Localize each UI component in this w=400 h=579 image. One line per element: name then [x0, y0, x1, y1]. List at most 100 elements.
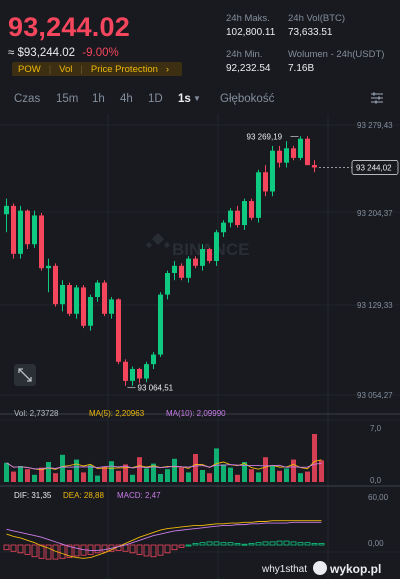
candle-body	[116, 299, 121, 362]
current-price-tag[interactable]: 93 244,02	[351, 160, 399, 175]
macd-histogram-bar	[241, 543, 248, 546]
tab-1s[interactable]: 1s	[178, 93, 191, 105]
macd-histogram-bar	[122, 544, 129, 552]
macd-histogram-bar	[101, 544, 108, 553]
candlestick-chart[interactable]: BINANCE 93 279,43 93 204,37 93 129,33 93…	[0, 114, 400, 579]
candle-body	[53, 265, 58, 305]
macd-histogram-bar	[206, 541, 213, 546]
wykop-logo-icon	[313, 561, 327, 575]
volume-bar	[53, 473, 58, 482]
candle-body	[179, 265, 184, 278]
candle-body	[46, 265, 51, 269]
macd-histogram-bar	[31, 544, 38, 558]
candle-body	[11, 205, 16, 254]
candle-body	[263, 172, 268, 192]
vol-btc-value: 73,633.51	[288, 27, 333, 38]
chart-settings-icon[interactable]	[370, 91, 384, 108]
price-tick: 93 129,33	[357, 301, 393, 310]
volume-legend-ma10: MA(10): 2,09990	[166, 409, 226, 418]
macd-legend-dea: DEA: 28,88	[63, 491, 104, 500]
candle-body	[277, 150, 282, 163]
candle-body	[25, 210, 30, 245]
macd-histogram-bar	[290, 541, 297, 546]
tag-bar[interactable]: POW | Vol | Price Protection ›	[12, 62, 182, 76]
volume-bar	[109, 461, 114, 482]
tag-vol[interactable]: Vol	[59, 64, 72, 75]
candle-body	[270, 150, 275, 192]
macd-legend-macd: MACD: 2,47	[117, 491, 161, 500]
candle-body	[60, 285, 65, 305]
max-price-label: 93 269,19	[247, 132, 283, 141]
triangle-down-icon[interactable]: ▼	[193, 94, 201, 103]
candle-body	[298, 138, 303, 158]
macd-histogram-bar	[318, 543, 325, 546]
tab-time[interactable]: Czas	[14, 93, 40, 105]
volume-bar	[256, 472, 261, 482]
volume-bar	[137, 457, 142, 482]
tab-4h[interactable]: 4h	[120, 93, 133, 105]
volume-bar	[263, 457, 268, 482]
candle-body	[67, 285, 72, 314]
macd-histogram-bar	[164, 544, 171, 554]
candle-body	[144, 364, 149, 379]
volume-bar	[144, 468, 149, 482]
volume-axis-top: 7,0	[370, 424, 382, 433]
volume-bar	[179, 467, 184, 482]
tag-price-protection[interactable]: Price Protection	[91, 64, 158, 75]
tag-pow[interactable]: POW	[18, 64, 41, 75]
macd-histogram-bar	[234, 543, 241, 546]
macd-histogram-bar	[24, 544, 31, 555]
price-tick: 93 204,37	[357, 209, 393, 218]
volume-bar	[4, 462, 9, 482]
volume-axis-bottom: 0,0	[370, 476, 382, 485]
volume-bar	[102, 466, 107, 482]
candle-body	[228, 210, 233, 223]
macd-histogram-bar	[59, 544, 66, 559]
volume-bar	[291, 459, 296, 482]
candle-body	[291, 148, 296, 158]
candle-body	[39, 215, 44, 269]
volume-bar	[74, 459, 79, 482]
candle-body	[172, 265, 177, 274]
footer-watermark: why1sthat wykop.pl	[261, 561, 381, 576]
volume-bar	[130, 474, 135, 482]
macd-histogram-bar	[143, 544, 150, 557]
volume-bar	[158, 474, 163, 482]
candle-body	[305, 138, 310, 166]
candle-body	[165, 273, 170, 295]
macd-histogram-bar	[94, 544, 101, 554]
price-tick: 93 054,27	[357, 391, 393, 400]
volume-legend-vol: Vol: 2,73728	[14, 409, 59, 418]
volume-bar	[165, 469, 170, 482]
tab-1h[interactable]: 1h	[92, 93, 105, 105]
volume-bar	[249, 469, 254, 482]
volume-bar	[18, 466, 23, 482]
macd-histogram-bar	[220, 542, 227, 546]
high-24h-value: 102,800.11	[226, 27, 276, 38]
volume-bar	[81, 472, 86, 482]
macd-legend-dif: DIF: 31,35	[14, 491, 52, 500]
tab-depth[interactable]: Głębokość	[220, 93, 274, 105]
expand-icon[interactable]	[14, 364, 36, 386]
price-summary: ≈ $93,244.02 -9.00%	[8, 47, 119, 59]
volume-bar	[116, 470, 121, 482]
candle-body	[158, 294, 163, 355]
volume-bar	[32, 474, 37, 482]
interval-toolbar: Czas 15m 1h 4h 1D 1s ▼ Głębokość	[0, 89, 400, 111]
tab-15m[interactable]: 15m	[56, 93, 78, 105]
candle-body	[123, 361, 128, 381]
tag-separator: |	[80, 63, 83, 75]
candles	[4, 136, 317, 386]
vol-usdt-value: 7.16B	[288, 63, 315, 74]
current-price-text: 93 244,02	[356, 163, 392, 172]
macd-dea-line	[6, 521, 322, 551]
high-24h-label: 24h Maks.	[226, 13, 270, 24]
price-change-percent: -9.00%	[82, 47, 119, 59]
macd-axis-top: 60,00	[368, 493, 389, 502]
tab-1d[interactable]: 1D	[148, 93, 163, 105]
volume-bar	[207, 473, 212, 482]
candle-body	[214, 232, 219, 262]
volume-bar	[270, 466, 275, 482]
candle-body	[186, 258, 191, 278]
macd-histogram-bar	[262, 541, 269, 546]
